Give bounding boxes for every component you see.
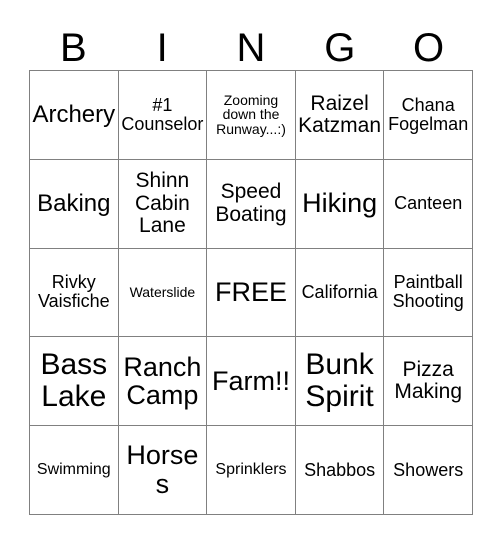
bingo-cell-label: Rivky Vaisfiche bbox=[37, 272, 110, 312]
bingo-header-letter-g: G bbox=[324, 26, 356, 70]
bingo-cell-label: California bbox=[301, 281, 378, 302]
bingo-cell-label: Archery bbox=[32, 101, 116, 129]
bingo-cell[interactable]: Pizza Making bbox=[384, 337, 473, 427]
bingo-cell-label: Showers bbox=[393, 459, 464, 480]
bingo-cell-label: Canteen bbox=[394, 193, 463, 214]
bingo-cell[interactable]: Showers bbox=[384, 426, 473, 515]
bingo-cell-label: Shabbos bbox=[304, 459, 376, 480]
bingo-cell-label: Ranch Camp bbox=[123, 351, 202, 411]
bingo-cell-label: Waterslide bbox=[129, 284, 196, 301]
bingo-cell[interactable]: #1 Counselor bbox=[118, 71, 208, 160]
bingo-cell[interactable]: Archery bbox=[30, 71, 119, 160]
bingo-cell[interactable]: Sprinklers bbox=[207, 426, 296, 515]
bingo-cell[interactable]: California bbox=[295, 248, 385, 338]
bingo-cell[interactable]: Raizel Katzman bbox=[295, 71, 385, 160]
bingo-cell-label: Bunk Spirit bbox=[305, 348, 374, 414]
bingo-cell[interactable]: Hiking bbox=[295, 159, 385, 249]
bingo-cell[interactable]: Bunk Spirit bbox=[295, 337, 385, 427]
bingo-free-space[interactable]: FREE bbox=[207, 248, 296, 338]
bingo-cell[interactable]: Chana Fogelman bbox=[384, 71, 473, 160]
bingo-cell-label: Bass Lake bbox=[40, 348, 108, 414]
bingo-card: B I N G O Archery #1 Counselor Zooming down the R… bbox=[0, 0, 500, 544]
bingo-cell[interactable]: Bass Lake bbox=[30, 337, 119, 427]
bingo-cell-label: Chana Fogelman bbox=[388, 94, 469, 134]
bingo-cell-label: #1 Counselor bbox=[121, 94, 204, 134]
bingo-cell[interactable]: Ranch Camp bbox=[118, 337, 208, 427]
bingo-cell-label: Swimming bbox=[36, 460, 111, 478]
bingo-cell-label: Hiking bbox=[302, 188, 378, 219]
bingo-cell[interactable]: Rivky Vaisfiche bbox=[30, 248, 119, 338]
bingo-cell-label: Pizza Making bbox=[394, 358, 463, 404]
bingo-cell[interactable]: Zooming down the Runway...:) bbox=[207, 71, 296, 160]
bingo-cell[interactable]: Shabbos bbox=[295, 426, 385, 515]
bingo-cell[interactable]: Paintball Shooting bbox=[384, 248, 473, 338]
bingo-cell-label: FREE bbox=[214, 277, 287, 308]
bingo-cell[interactable]: Waterslide bbox=[118, 248, 208, 338]
bingo-header: BINGO bbox=[29, 14, 473, 70]
bingo-cell-label: Paintball Shooting bbox=[392, 272, 464, 312]
bingo-cell[interactable]: Speed Boating bbox=[207, 159, 296, 249]
bingo-cell-label: Shinn Cabin Lane bbox=[134, 169, 190, 237]
bingo-cell-label: Zooming down the Runway...:) bbox=[216, 91, 286, 138]
bingo-cell[interactable]: Canteen bbox=[384, 159, 473, 249]
bingo-cell[interactable]: Farm!! bbox=[207, 337, 296, 427]
bingo-cell[interactable]: Shinn Cabin Lane bbox=[118, 159, 208, 249]
bingo-grid: Archery #1 Counselor Zooming down the Runway.… bbox=[29, 70, 473, 515]
bingo-cell[interactable]: Baking bbox=[30, 159, 119, 249]
bingo-cell-label: Baking bbox=[37, 189, 111, 217]
bingo-header-letter-i: I bbox=[156, 26, 168, 70]
bingo-header-letter-o: O bbox=[413, 26, 445, 70]
bingo-header-letter-b: B bbox=[60, 26, 87, 70]
bingo-cell-label: Sprinklers bbox=[215, 460, 287, 478]
bingo-cell-label: Farm!! bbox=[211, 365, 290, 396]
bingo-cell[interactable]: Swimming bbox=[30, 426, 119, 515]
bingo-cell-label: Horses bbox=[126, 440, 199, 500]
bingo-cell-label: Raizel Katzman bbox=[298, 91, 382, 137]
bingo-cell-label: Speed Boating bbox=[215, 180, 287, 226]
bingo-cell[interactable]: Horses bbox=[118, 426, 208, 515]
bingo-header-letter-n: N bbox=[236, 26, 266, 70]
